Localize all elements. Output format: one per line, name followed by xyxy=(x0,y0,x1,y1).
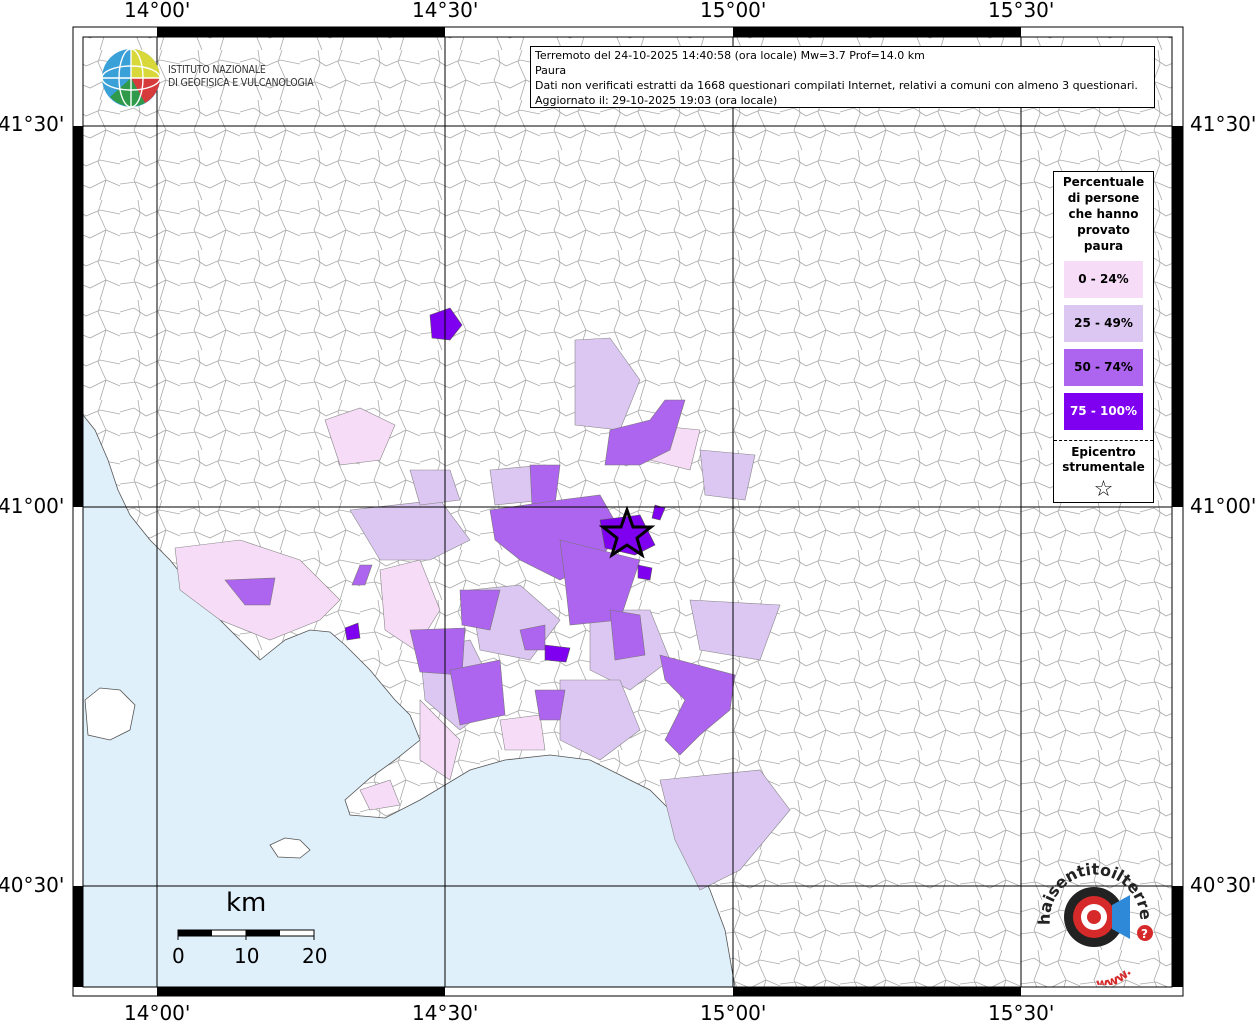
legend: Percentuale di persone che hanno provato… xyxy=(1053,171,1154,503)
scale-tick-0: 0 xyxy=(172,944,185,968)
legend-separator xyxy=(1054,440,1153,441)
legend-class-50-74: 50 - 74% xyxy=(1064,349,1143,386)
ingv-line2: DI GEOFISICA E VULCANOLOGIA xyxy=(168,77,314,89)
scale-tick-10: 10 xyxy=(234,944,260,968)
ingv-logo: ISTITUTO NAZIONALE DI GEOFISICA E VULCAN… xyxy=(100,47,330,109)
event-info-box: Terremoto del 24-10-2025 14:40:58 (ora l… xyxy=(530,46,1155,108)
star-icon: ☆ xyxy=(1093,477,1114,502)
legend-class-0-24: 0 - 24% xyxy=(1064,261,1143,298)
hsit-logo-url: www. xyxy=(1096,965,1135,992)
data-note-line: Dati non verificati estratti da 1668 que… xyxy=(535,79,1138,92)
scale-tick-20: 20 xyxy=(302,944,328,968)
legend-title: Percentuale di persone che hanno provato… xyxy=(1062,175,1145,253)
legend-epicentre-label: Epicentro strumentale xyxy=(1062,445,1145,474)
scale-unit: km xyxy=(226,888,267,918)
hsit-target-icon: haisentitoilterremoto.it www. ? xyxy=(1022,840,1156,992)
svg-text:?: ? xyxy=(1141,927,1148,941)
ingv-line1: ISTITUTO NAZIONALE xyxy=(168,64,266,76)
parameter-line: Paura xyxy=(535,64,567,77)
hsit-logo: haisentitoilterremoto.it www. ? xyxy=(1022,840,1160,992)
update-line: Aggiornato il: 29-10-2025 19:03 (ora loc… xyxy=(535,94,778,107)
svg-text:www.: www. xyxy=(1096,965,1135,985)
event-line: Terremoto del 24-10-2025 14:40:58 (ora l… xyxy=(535,49,925,62)
legend-class-75-100: 75 - 100% xyxy=(1064,393,1143,430)
ingv-globe-icon xyxy=(101,48,161,108)
legend-class-25-49: 25 - 49% xyxy=(1064,305,1143,342)
